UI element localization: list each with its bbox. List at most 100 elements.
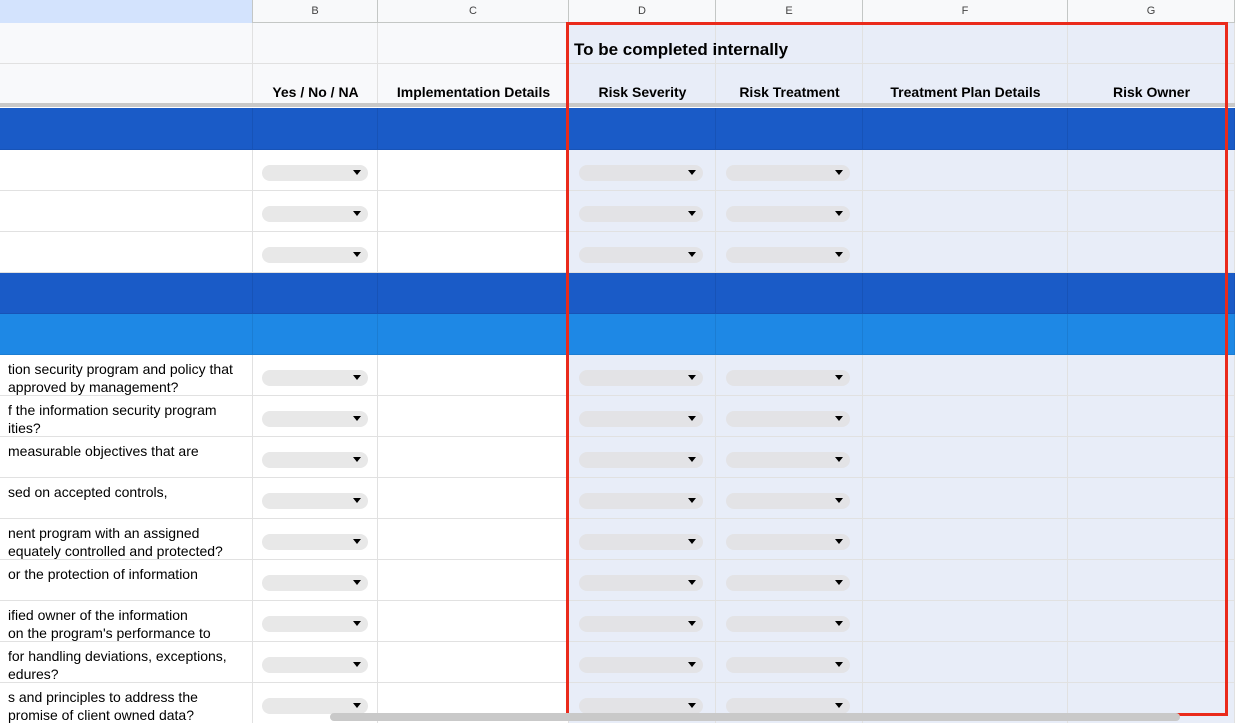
risk-treatment-dropdown[interactable] [726, 206, 850, 222]
column-header-f[interactable]: F [863, 0, 1068, 23]
risk-treatment-dropdown[interactable] [726, 370, 850, 386]
cell-q-col6[interactable] [1068, 478, 1235, 519]
cell-q-col0[interactable]: sed on accepted controls, [0, 478, 253, 519]
column-header-a[interactable] [0, 0, 253, 23]
risk-severity-dropdown[interactable] [579, 411, 703, 427]
cell-q-col5[interactable] [863, 437, 1068, 478]
cell-blank-col5[interactable] [863, 232, 1068, 273]
risk-treatment-dropdown[interactable] [726, 247, 850, 263]
cell-q-col0[interactable]: s and principles to address the promise o… [0, 683, 253, 723]
yes-no-na-dropdown[interactable] [262, 493, 368, 509]
cell-q-col2[interactable] [378, 601, 569, 642]
cell-blank-col2[interactable] [378, 191, 569, 232]
cell-q-col0[interactable]: tion security program and policy that app… [0, 355, 253, 396]
cell-q-col2[interactable] [378, 560, 569, 601]
cell-q-col0[interactable]: nent program with an assigned equately co… [0, 519, 253, 560]
cell-q-col1[interactable] [253, 519, 378, 560]
cell-q-col4[interactable] [716, 437, 863, 478]
risk-severity-dropdown[interactable] [579, 657, 703, 673]
cell-q-col4[interactable] [716, 601, 863, 642]
yes-no-na-dropdown[interactable] [262, 206, 368, 222]
cell-q-col4[interactable] [716, 355, 863, 396]
risk-treatment-dropdown[interactable] [726, 698, 850, 714]
yes-no-na-dropdown[interactable] [262, 657, 368, 673]
cell-dark-col0[interactable] [0, 273, 253, 314]
cell-q-col5[interactable] [863, 478, 1068, 519]
cell-blank-col1[interactable] [253, 150, 378, 191]
column-header-g[interactable]: G [1068, 0, 1235, 23]
risk-severity-dropdown[interactable] [579, 534, 703, 550]
risk-treatment-dropdown[interactable] [726, 534, 850, 550]
yes-no-na-dropdown[interactable] [262, 165, 368, 181]
horizontal-scrollbar[interactable] [330, 713, 1180, 721]
cell-blank-col5[interactable] [863, 191, 1068, 232]
cell-dark-col4[interactable] [716, 273, 863, 314]
cell-blank-col4[interactable] [716, 191, 863, 232]
cell-q-col3[interactable] [569, 437, 716, 478]
risk-severity-dropdown[interactable] [579, 452, 703, 468]
risk-treatment-dropdown[interactable] [726, 575, 850, 591]
cell-dark-col6[interactable] [1068, 108, 1235, 150]
cell-light-col3[interactable] [569, 314, 716, 355]
cell-hdr1-col2[interactable] [378, 23, 569, 64]
cell-q-col5[interactable] [863, 396, 1068, 437]
cell-q-col0[interactable]: ified owner of the information on the pro… [0, 601, 253, 642]
cell-blank-col0[interactable] [0, 191, 253, 232]
cell-q-col6[interactable] [1068, 601, 1235, 642]
cell-q-col2[interactable] [378, 355, 569, 396]
cell-q-col2[interactable] [378, 396, 569, 437]
cell-light-col4[interactable] [716, 314, 863, 355]
cell-q-col6[interactable] [1068, 519, 1235, 560]
cell-q-col1[interactable] [253, 601, 378, 642]
cell-blank-col3[interactable] [569, 150, 716, 191]
cell-dark-col5[interactable] [863, 108, 1068, 150]
risk-treatment-dropdown[interactable] [726, 616, 850, 632]
cell-q-col6[interactable] [1068, 642, 1235, 683]
cell-hdr1-col5[interactable] [863, 23, 1068, 64]
yes-no-na-dropdown[interactable] [262, 698, 368, 714]
cell-q-col6[interactable] [1068, 396, 1235, 437]
cell-blank-col5[interactable] [863, 150, 1068, 191]
cell-q-col2[interactable] [378, 478, 569, 519]
risk-severity-dropdown[interactable] [579, 493, 703, 509]
cell-light-col6[interactable] [1068, 314, 1235, 355]
cell-dark-col3[interactable] [569, 273, 716, 314]
cell-q-col6[interactable] [1068, 355, 1235, 396]
cell-q-col1[interactable] [253, 478, 378, 519]
column-header-b[interactable]: B [253, 0, 378, 23]
cell-q-col4[interactable] [716, 396, 863, 437]
cell-blank-col2[interactable] [378, 232, 569, 273]
yes-no-na-dropdown[interactable] [262, 247, 368, 263]
risk-severity-dropdown[interactable] [579, 247, 703, 263]
cell-q-col3[interactable] [569, 355, 716, 396]
cell-q-col3[interactable] [569, 396, 716, 437]
cell-q-col5[interactable] [863, 601, 1068, 642]
cell-q-col0[interactable]: f the information security program ities? [0, 396, 253, 437]
cell-q-col5[interactable] [863, 642, 1068, 683]
cell-q-col4[interactable] [716, 642, 863, 683]
risk-treatment-dropdown[interactable] [726, 411, 850, 427]
column-header-c[interactable]: C [378, 0, 569, 23]
yes-no-na-dropdown[interactable] [262, 616, 368, 632]
cell-blank-col1[interactable] [253, 232, 378, 273]
cell-blank-col6[interactable] [1068, 191, 1235, 232]
yes-no-na-dropdown[interactable] [262, 452, 368, 468]
cell-dark-col1[interactable] [253, 108, 378, 150]
cell-q-col2[interactable] [378, 437, 569, 478]
cell-q-col1[interactable] [253, 437, 378, 478]
risk-treatment-dropdown[interactable] [726, 493, 850, 509]
cell-hdr2-col0[interactable] [0, 64, 253, 105]
risk-severity-dropdown[interactable] [579, 575, 703, 591]
risk-treatment-dropdown[interactable] [726, 452, 850, 468]
cell-dark-col3[interactable] [569, 108, 716, 150]
cell-dark-col2[interactable] [378, 273, 569, 314]
cell-q-col4[interactable] [716, 519, 863, 560]
cell-blank-col0[interactable] [0, 232, 253, 273]
cell-blank-col4[interactable] [716, 232, 863, 273]
cell-blank-col4[interactable] [716, 150, 863, 191]
risk-severity-dropdown[interactable] [579, 206, 703, 222]
cell-q-col2[interactable] [378, 642, 569, 683]
column-header-d[interactable]: D [569, 0, 716, 23]
cell-dark-col6[interactable] [1068, 273, 1235, 314]
cell-blank-col6[interactable] [1068, 150, 1235, 191]
